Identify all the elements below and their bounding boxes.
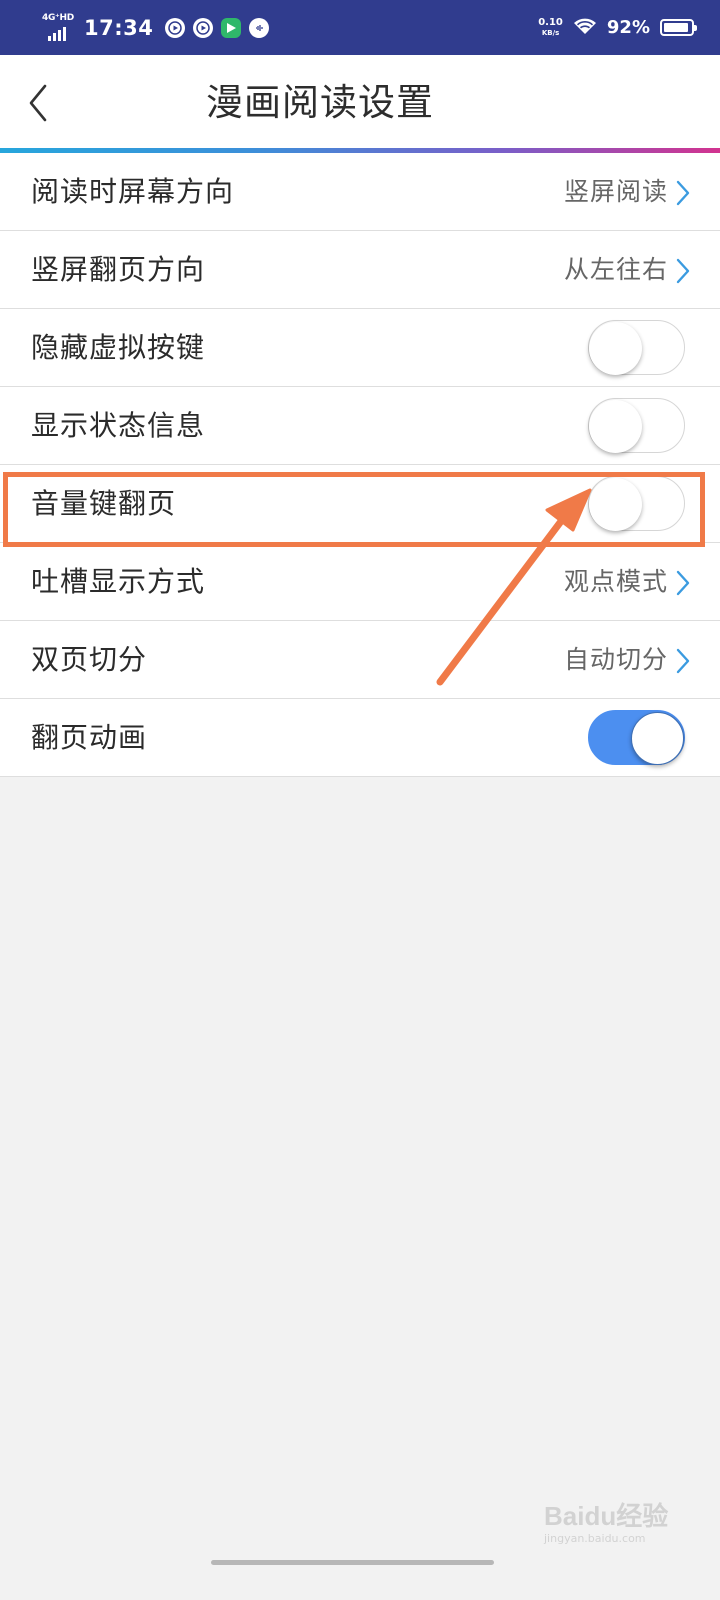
setting-label: 显示状态信息 [31, 409, 206, 442]
setting-row[interactable]: 吐槽显示方式 观点模式 [0, 543, 720, 621]
setting-row[interactable]: 显示状态信息 [0, 387, 720, 465]
chevron-right-icon [676, 570, 690, 596]
setting-value: 自动切分 [563, 645, 668, 674]
setting-label: 翻页动画 [31, 721, 148, 754]
setting-row[interactable]: 隐藏虚拟按键 [0, 309, 720, 387]
home-indicator[interactable] [211, 1560, 494, 1565]
setting-row[interactable]: 阅读时屏幕方向 竖屏阅读 [0, 153, 720, 231]
settings-list: 阅读时屏幕方向 竖屏阅读 竖屏翻页方向 从左往右 隐藏虚拟按键 显示状态信息 音量键翻页 吐槽… [0, 153, 720, 777]
toggle-knob [589, 400, 642, 453]
battery-icon [660, 19, 697, 36]
status-bar: 4G⁺HD 17:34 0.10 KB/s 92% [0, 0, 720, 55]
setting-row[interactable]: 竖屏翻页方向 从左往右 [0, 231, 720, 309]
wifi-icon [573, 17, 597, 39]
page-title: 漫画阅读设置 [206, 81, 434, 124]
speed-unit: KB/s [541, 28, 560, 37]
setting-label: 吐槽显示方式 [31, 565, 206, 598]
watermark-url: jingyan.baidu.com [544, 1532, 646, 1545]
soul-app-icon [249, 17, 270, 38]
toggle-switch[interactable] [588, 710, 685, 765]
chevron-right-icon [676, 648, 690, 674]
watermark-logo: Baidu经验 [544, 1501, 669, 1531]
highlight-box [3, 472, 705, 547]
video-app-icon [165, 17, 186, 38]
setting-label: 隐藏虚拟按键 [31, 331, 206, 364]
toggle-switch[interactable] [588, 320, 685, 375]
battery-percent: 92% [606, 17, 650, 38]
setting-label: 竖屏翻页方向 [31, 253, 206, 286]
setting-label: 双页切分 [31, 643, 148, 676]
setting-label: 阅读时屏幕方向 [31, 175, 235, 208]
toggle-switch[interactable] [588, 398, 685, 453]
chevron-right-icon [676, 258, 690, 284]
chevron-right-icon [676, 180, 690, 206]
toggle-knob [589, 322, 642, 375]
network-speed: 0.10 KB/s [538, 16, 563, 38]
iqiyi-app-icon [221, 17, 242, 38]
toggle-knob [631, 712, 684, 765]
setting-row[interactable]: 双页切分 自动切分 [0, 621, 720, 699]
app-header: 漫画阅读设置 [0, 55, 720, 148]
signal-icon: 4G⁺HD [42, 13, 76, 43]
setting-value: 竖屏阅读 [563, 177, 668, 206]
setting-row[interactable]: 翻页动画 [0, 699, 720, 777]
setting-value: 观点模式 [563, 567, 668, 596]
setting-value: 从左往右 [563, 255, 668, 284]
clock: 17:34 [84, 15, 154, 40]
baidu-watermark: Baidu经验 jingyan.baidu.com [540, 1496, 710, 1558]
speed-value: 0.10 [538, 16, 563, 28]
play-app-icon [193, 17, 214, 38]
network-type: 4G⁺HD [42, 12, 74, 23]
